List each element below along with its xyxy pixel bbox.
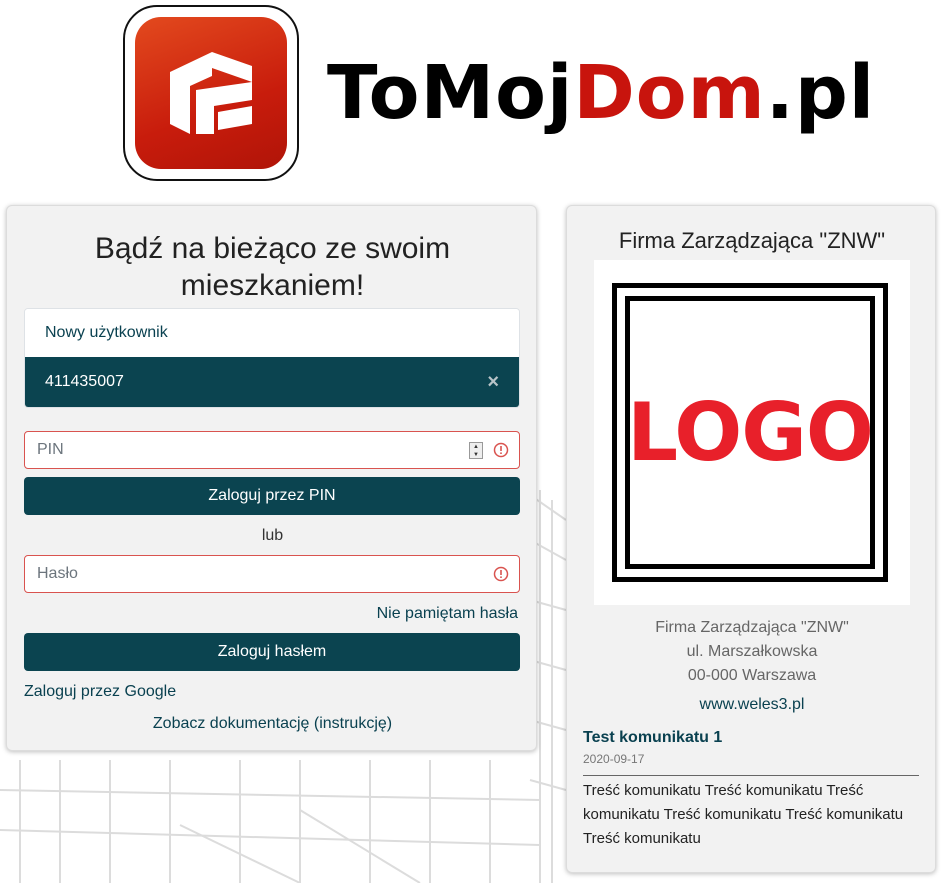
user-item-selected[interactable]: 411435007 × (25, 357, 519, 407)
brand-name: ToMojDom.pl (327, 50, 876, 136)
documentation-link[interactable]: Zobacz dokumentację (instrukcję) (7, 715, 538, 733)
number-spinner[interactable]: ▲ ▼ (469, 442, 483, 459)
close-icon[interactable]: × (487, 371, 499, 394)
company-title: Firma Zarządzająca "ZNW" (618, 228, 886, 253)
news-body: Treść komunikatu Treść komunikatu Treść … (583, 782, 904, 847)
company-logo: LOGO (594, 260, 910, 605)
news-divider (583, 775, 919, 776)
company-card: Firma Zarządzająca "ZNW" LOGO Firma Zarz… (566, 205, 936, 873)
error-icon (493, 442, 509, 458)
news-date: 2020-09-17 (583, 752, 645, 766)
login-card: Bądź na bieżąco ze swoim mieszkaniem! No… (6, 205, 537, 751)
website-link[interactable]: www.weles3.pl (567, 696, 937, 714)
news-title: Test komunikatu 1 (583, 729, 723, 746)
user-list: Nowy użytkownik 411435007 × (24, 308, 520, 408)
pin-field-wrapper: ▲▼ (24, 431, 520, 469)
address-street: ul. Marszałkowska (686, 643, 818, 660)
login-title: Bądź na bieżąco ze swoim mieszkaniem! (94, 232, 451, 302)
user-item-label: Nowy użytkownik (45, 324, 168, 341)
password-login-button[interactable]: Zaloguj hasłem (24, 633, 520, 671)
user-item-new[interactable]: Nowy użytkownik (25, 309, 519, 357)
house-logo-icon (170, 52, 252, 134)
password-field-wrapper (24, 555, 520, 593)
error-icon (493, 566, 509, 582)
pin-input[interactable] (25, 432, 519, 468)
address-name: Firma Zarządzająca "ZNW" (655, 619, 849, 636)
brand-header: ToMojDom.pl (123, 5, 875, 181)
user-item-label: 411435007 (45, 373, 124, 390)
google-login-link[interactable]: Zaloguj przez Google (24, 683, 176, 701)
forgot-password-link[interactable]: Nie pamiętam hasła (377, 605, 518, 623)
logo-text: LOGO (627, 386, 874, 479)
company-address: Firma Zarządzająca "ZNW" ul. Marszałkows… (567, 616, 937, 688)
address-city: 00-000 Warszawa (687, 667, 817, 684)
password-input[interactable] (25, 556, 519, 592)
or-separator: lub (261, 527, 284, 544)
app-logo-icon (123, 5, 299, 181)
pin-login-button[interactable]: Zaloguj przez PIN (24, 477, 520, 515)
